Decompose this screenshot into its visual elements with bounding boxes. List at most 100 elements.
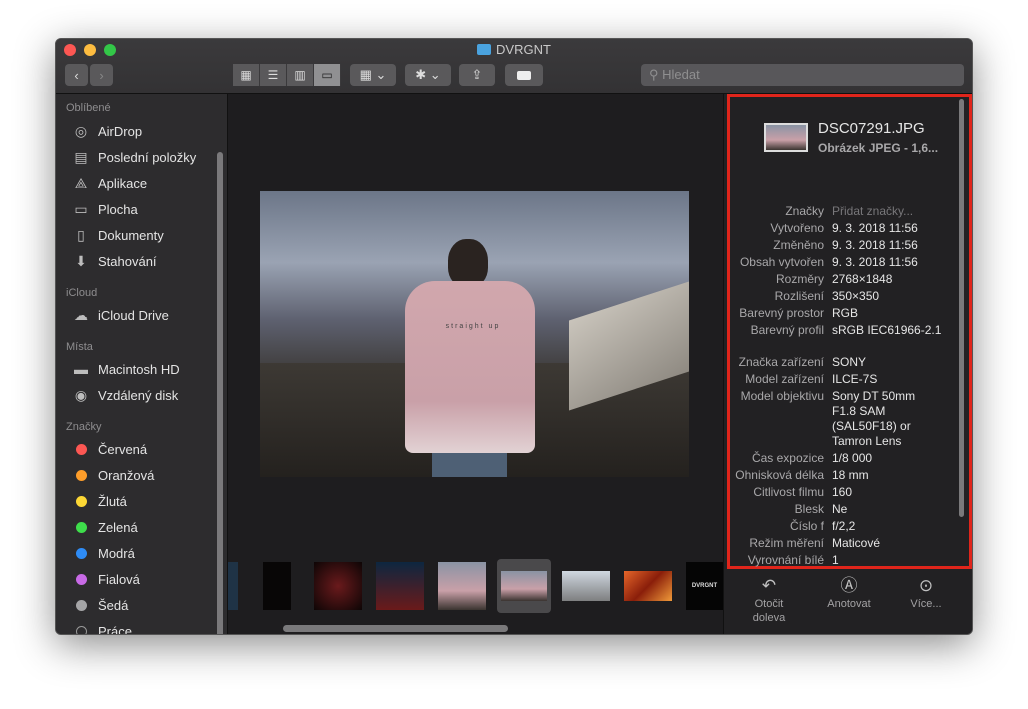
metadata-row: Citlivost filmu 160: [724, 485, 969, 500]
icon-view-button[interactable]: ▦: [233, 64, 260, 86]
sidebar-item-desktop[interactable]: ▭ Plocha: [72, 199, 138, 219]
sidebar-tag-orange[interactable]: Oranžová: [72, 465, 154, 485]
sidebar-item-label: Stahování: [98, 253, 157, 269]
metadata-value: SONY: [832, 355, 867, 369]
sidebar-section-favorites: Oblíbené: [66, 102, 111, 114]
rotate-left-button[interactable]: ↶ Otočit doleva: [739, 576, 799, 625]
tag-dot-icon: [76, 495, 87, 507]
metadata-label: Obsah vytvořen: [739, 255, 824, 269]
search-input[interactable]: ⚲ Hledat: [641, 64, 964, 86]
sidebar-section-tags: Značky: [66, 421, 102, 433]
tag-dot-icon: [76, 547, 87, 559]
markup-button[interactable]: Ⓐ Anotovat: [814, 576, 884, 611]
horizontal-scrollbar[interactable]: [283, 625, 508, 632]
metadata-value: 1: [832, 553, 839, 567]
metadata-value: 9. 3. 2018 11:56: [832, 238, 918, 252]
tag-dot-icon: [76, 443, 87, 455]
sidebar-tag-purple[interactable]: Fialová: [72, 569, 140, 589]
sidebar-item-downloads[interactable]: ⬇ Stahování: [72, 251, 157, 271]
sidebar-item-label: Červená: [98, 441, 148, 457]
gallery-view-button[interactable]: ▭: [314, 64, 341, 86]
sidebar-tag-blue[interactable]: Modrá: [72, 543, 135, 563]
more-button[interactable]: ⊙ Více...: [896, 577, 956, 611]
forward-button[interactable]: ›: [90, 64, 113, 86]
add-tags-field[interactable]: Přidat značky...: [832, 204, 942, 219]
sidebar-item-label: Plocha: [98, 201, 138, 217]
sidebar-item-label: Aplikace: [98, 175, 148, 191]
gallery-view: straight up DVRGNT: [228, 94, 723, 634]
sidebar-item-label: Poslední položky: [98, 149, 197, 165]
metadata-value: 18 mm: [832, 468, 869, 482]
share-button[interactable]: ⇪: [459, 64, 495, 86]
thumbnail[interactable]: [376, 562, 424, 610]
sidebar-item-label: Modrá: [98, 545, 135, 561]
sidebar-item-icloud-drive[interactable]: ☁ iCloud Drive: [72, 305, 169, 325]
metadata-value: 1/8 000: [832, 451, 873, 465]
list-view-button[interactable]: ☰: [260, 64, 287, 86]
thumbnail[interactable]: [624, 571, 672, 601]
action-gear-button[interactable]: ✱ ⌄: [405, 64, 451, 86]
desktop-icon: ▭: [74, 201, 88, 217]
search-icon: ⚲: [649, 67, 663, 82]
column-view-button[interactable]: ▥: [287, 64, 314, 86]
preview-image: straight up: [260, 191, 689, 477]
metadata-row: Barevný prostor RGB: [724, 306, 969, 321]
inspector-scrollbar[interactable]: [959, 99, 964, 517]
sidebar-item-remote-disc[interactable]: ◉ Vzdálený disk: [72, 385, 178, 405]
metadata-row: Model objektivu Sony DT 50mm F1.8 SAM (SA…: [724, 389, 969, 449]
sidebar-item-label: Macintosh HD: [98, 361, 180, 377]
markup-icon: Ⓐ: [840, 576, 858, 595]
metadata-row: Ohnisková délka 18 mm: [724, 468, 969, 483]
sidebar-scrollbar[interactable]: [217, 152, 223, 634]
sidebar: Oblíbené ◎ AirDrop ▤ Poslední položky ⟁ Apl…: [56, 94, 228, 635]
sidebar-tag-gray[interactable]: Šedá: [72, 595, 128, 615]
sidebar-item-applications[interactable]: ⟁ Aplikace: [72, 173, 147, 193]
thumbnail[interactable]: [263, 562, 291, 610]
sidebar-item-macintosh-hd[interactable]: ▬ Macintosh HD: [72, 359, 180, 379]
metadata-row: Režim měření Maticové: [724, 536, 969, 551]
titlebar: DVRGNT ‹ › ▦ ☰ ▥ ▭ ▦ ⌄ ✱ ⌄ ⇪ ⚲ Hledat: [56, 39, 972, 94]
metadata-value: Sony DT 50mm F1.8 SAM (SAL50F18) or Tamr…: [832, 389, 916, 448]
sidebar-section-icloud: iCloud: [66, 287, 98, 299]
group-button[interactable]: ▦ ⌄: [350, 64, 396, 86]
sidebar-item-label: Žlutá: [98, 493, 127, 509]
metadata-row: Značka zařízení SONY: [724, 355, 969, 370]
thumbnail-logo: DVRGNT: [691, 583, 718, 589]
sidebar-item-documents[interactable]: ▯ Dokumenty: [72, 225, 164, 245]
tag-button[interactable]: [505, 64, 543, 86]
recents-icon: ▤: [74, 149, 88, 165]
metadata-value: sRGB IEC61966-2.1: [832, 323, 942, 337]
search-placeholder: Hledat: [662, 67, 700, 82]
metadata-label: Model zařízení: [745, 372, 824, 386]
sidebar-tag-yellow[interactable]: Žlutá: [72, 491, 127, 511]
tag-dot-icon: [76, 521, 87, 533]
sidebar-tag-red[interactable]: Červená: [72, 439, 147, 459]
sidebar-tag-work[interactable]: Práce: [72, 621, 132, 635]
metadata-row: Rozměry 2768×1848: [724, 272, 969, 287]
sidebar-item-airdrop[interactable]: ◎ AirDrop: [72, 121, 142, 141]
rotate-left-icon: ↶: [761, 576, 777, 595]
action-label: Anotovat: [827, 598, 871, 610]
sidebar-item-label: Práce: [98, 623, 132, 635]
thumbnail[interactable]: DVRGNT: [686, 562, 723, 610]
sidebar-tag-green[interactable]: Zelená: [72, 517, 138, 537]
folder-icon: [477, 44, 492, 55]
sidebar-item-label: Oranžová: [98, 467, 155, 483]
thumbnail[interactable]: [314, 562, 362, 610]
action-label: Více...: [910, 598, 942, 610]
thumbnail[interactable]: [562, 571, 610, 601]
sidebar-item-label: Dokumenty: [98, 227, 164, 243]
sidebar-item-recents[interactable]: ▤ Poslední položky: [72, 147, 196, 167]
thumbnail[interactable]: [228, 562, 238, 610]
metadata-value: 9. 3. 2018 11:56: [832, 255, 918, 269]
applications-icon: ⟁: [74, 175, 88, 191]
metadata-value: 9. 3. 2018 11:56: [832, 221, 918, 235]
metadata-value: 350×350: [832, 289, 880, 303]
tag-dot-icon: [76, 469, 87, 481]
thumbnail-selected[interactable]: [497, 559, 551, 613]
documents-icon: ▯: [77, 227, 85, 243]
window-title: DVRGNT: [56, 42, 972, 57]
thumbnail[interactable]: [438, 562, 486, 610]
metadata-label: Značky: [785, 204, 824, 218]
back-button[interactable]: ‹: [65, 64, 88, 86]
